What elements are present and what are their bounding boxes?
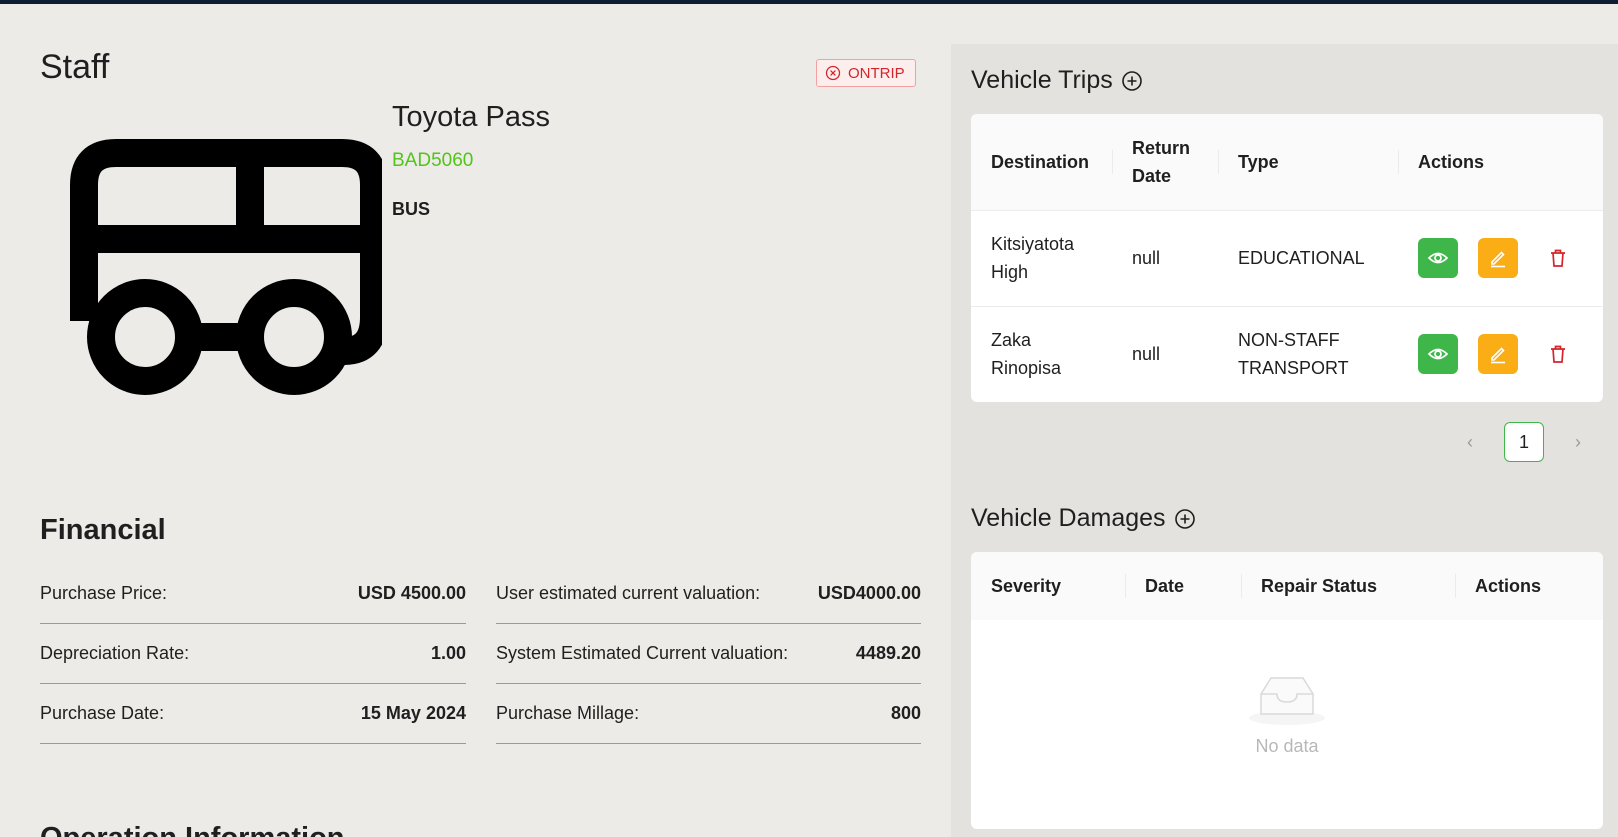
table-header-row: Destination Return Date Type Actions bbox=[971, 114, 1603, 210]
financial-label: Depreciation Rate: bbox=[40, 643, 190, 663]
trip-type: EDUCATIONAL bbox=[1238, 248, 1365, 268]
financial-value: USD4000.00 bbox=[817, 583, 921, 603]
status-badge: ONTRIP bbox=[816, 59, 916, 87]
trip-actions bbox=[1398, 306, 1603, 402]
financial-label: Purchase Price: bbox=[40, 583, 168, 603]
trash-icon bbox=[1551, 249, 1565, 267]
financial-row: User estimated current valuation: USD400… bbox=[496, 564, 921, 624]
column-header: Return Date bbox=[1112, 114, 1218, 210]
next-page-button[interactable]: › bbox=[1568, 432, 1588, 453]
column-header: Type bbox=[1218, 114, 1398, 210]
financial-row: Purchase Millage: 800 bbox=[496, 684, 921, 744]
page-title: Staff bbox=[40, 48, 110, 86]
trips-header: Vehicle Trips bbox=[971, 66, 1143, 95]
financial-value: 15 May 2024 bbox=[360, 703, 466, 723]
bus-icon bbox=[70, 139, 382, 395]
empty-text: No data bbox=[1255, 736, 1319, 756]
financial-title: Financial bbox=[40, 514, 166, 546]
trips-title: Vehicle Trips bbox=[971, 66, 1113, 94]
eye-icon bbox=[1427, 252, 1449, 264]
damages-header: Vehicle Damages bbox=[971, 504, 1196, 533]
view-button[interactable] bbox=[1418, 238, 1458, 278]
column-header: Actions bbox=[1398, 114, 1603, 210]
column-header: Actions bbox=[1455, 552, 1603, 620]
page-number-button[interactable]: 1 bbox=[1504, 422, 1544, 462]
delete-button[interactable] bbox=[1538, 238, 1578, 278]
edit-button[interactable] bbox=[1478, 334, 1518, 375]
financial-value: 1.00 bbox=[430, 643, 466, 663]
trip-type: NON-STAFF TRANSPORT bbox=[1238, 330, 1349, 379]
edit-button[interactable] bbox=[1478, 238, 1518, 278]
trips-table: Destination Return Date Type Actions Kit… bbox=[971, 114, 1603, 402]
empty-state: No data bbox=[971, 620, 1603, 829]
pagination: ‹ 1 › bbox=[1460, 422, 1588, 462]
financial-row: System Estimated Current valuation: 4489… bbox=[496, 624, 921, 684]
financial-label: User estimated current valuation: bbox=[496, 583, 761, 603]
trip-destination: Zaka Rinopisa bbox=[991, 330, 1062, 379]
vehicle-type: BUS bbox=[392, 199, 431, 219]
trash-icon bbox=[1551, 345, 1565, 364]
financial-label: Purchase Millage: bbox=[496, 703, 640, 723]
pencil-icon bbox=[1491, 347, 1505, 364]
plus-circle-icon[interactable] bbox=[1121, 70, 1143, 92]
table-row: Zaka Rinopisa null NON-STAFF TRANSPORT bbox=[971, 306, 1603, 402]
column-header: Severity bbox=[971, 552, 1125, 620]
operation-title: Operation Information bbox=[40, 822, 345, 837]
financial-label: Purchase Date: bbox=[40, 703, 165, 723]
trip-actions bbox=[1398, 210, 1603, 306]
trip-return-date: null bbox=[1132, 248, 1161, 268]
financial-row: Purchase Price: USD 4500.00 bbox=[40, 564, 466, 624]
table-row: Kitsiyatota High null EDUCATIONAL bbox=[971, 210, 1603, 306]
column-header: Repair Status bbox=[1241, 552, 1455, 620]
eye-icon bbox=[1427, 348, 1449, 360]
prev-page-button[interactable]: ‹ bbox=[1460, 432, 1480, 453]
table-header-row: Severity Date Repair Status Actions bbox=[971, 552, 1603, 620]
inbox-icon bbox=[1249, 677, 1325, 725]
vehicle-details-panel: Staff ONTRIP Toyota Pass BAD5060 BUS Fin… bbox=[0, 4, 950, 837]
financial-value: 4489.20 bbox=[855, 643, 921, 663]
plus-circle-icon[interactable] bbox=[1174, 508, 1196, 530]
vehicle-name: Toyota Pass bbox=[392, 101, 550, 133]
financial-row: Depreciation Rate: 1.00 bbox=[40, 624, 466, 684]
financial-value: USD 4500.00 bbox=[357, 583, 466, 603]
delete-button[interactable] bbox=[1538, 334, 1578, 374]
view-button[interactable] bbox=[1418, 334, 1458, 375]
trip-destination: Kitsiyatota High bbox=[991, 234, 1075, 282]
column-header: Date bbox=[1125, 552, 1241, 620]
close-circle-icon bbox=[825, 65, 841, 81]
status-label: ONTRIP bbox=[848, 64, 905, 82]
financial-label: System Estimated Current valuation: bbox=[496, 643, 789, 663]
vehicle-plate: BAD5060 bbox=[392, 150, 474, 171]
financial-row: Purchase Date: 15 May 2024 bbox=[40, 684, 466, 744]
damages-table: Severity Date Repair Status Actions No d… bbox=[971, 552, 1603, 829]
column-header: Destination bbox=[971, 114, 1112, 210]
financial-value: 800 bbox=[890, 703, 921, 723]
pencil-icon bbox=[1491, 251, 1505, 268]
trip-return-date: null bbox=[1132, 344, 1161, 365]
damages-title: Vehicle Damages bbox=[971, 504, 1166, 532]
side-panel: Vehicle Trips Destination Return Date Ty… bbox=[951, 44, 1618, 837]
